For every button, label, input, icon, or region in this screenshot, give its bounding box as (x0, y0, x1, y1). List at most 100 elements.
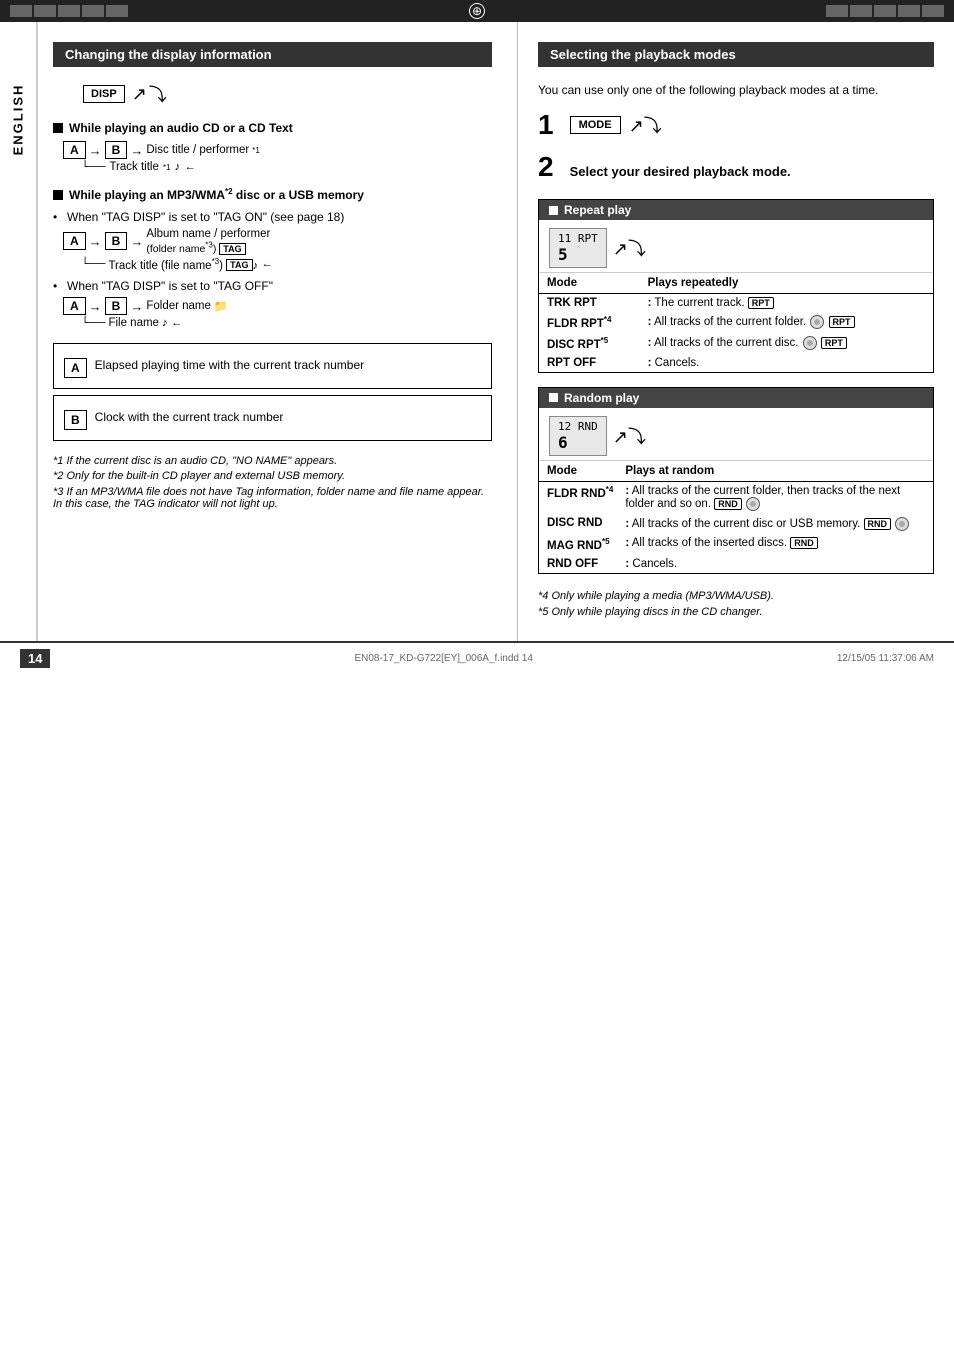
sidebar: ENGLISH (0, 22, 38, 641)
random-row-key: MAG RND*5 (539, 534, 617, 555)
repeat-row-desc: : All tracks of the current folder. RPT (640, 312, 933, 333)
sup-mp3: *2 (225, 187, 233, 196)
repeat-table-row: RPT OFF: Cancels. (539, 354, 933, 372)
track-back-2: └── (81, 258, 105, 270)
bullet-dot-2: • (53, 279, 63, 293)
repeat-diagram-arrow: ↗⤵ (613, 235, 646, 261)
box-a-desc-container: A Elapsed playing time with the current … (53, 343, 492, 389)
footnote-section: *1 If the current disc is an audio CD, "… (53, 455, 492, 510)
intro-text: You can use only one of the following pl… (538, 81, 934, 99)
arrow-5: → (89, 299, 102, 314)
mode-arrow: ↗⤵ (629, 112, 662, 138)
footnote-2: *2 Only for the built-in CD player and e… (53, 470, 492, 482)
arrow-3: → (89, 234, 102, 249)
repeat-row-key: FLDR RPT*4 (539, 312, 640, 333)
random-plays-col: Plays at random (617, 461, 933, 482)
random-display-num: 6 (558, 433, 568, 452)
rnd-badge: RND (714, 498, 742, 510)
random-row-desc: : All tracks of the current folder, then… (617, 481, 933, 514)
box-a-indicator: A (64, 358, 87, 378)
flow-row-2: A → B → Album name / performer (folder n… (63, 228, 492, 255)
disp-arrow: ↗ (132, 84, 147, 105)
box-b-indicator: B (64, 410, 87, 430)
step-2-area: 2 Select your desired playback mode. (538, 153, 934, 189)
sub-section-cd-title: While playing an audio CD or a CD Text (69, 121, 293, 135)
center-crosshair: ⊕ (469, 3, 485, 19)
album-name-text: Album name / performer (folder name*3) T… (146, 228, 270, 255)
tag-icon-1: TAG (219, 243, 245, 255)
disc-icon (810, 315, 824, 329)
page-number: 14 (20, 649, 50, 668)
repeat-title-text: Repeat play (564, 203, 631, 217)
box-b-desc-row: B Clock with the current track number (64, 410, 481, 430)
file-info-left: EN08-17_KD-G722[EY]_006A_f.indd 14 (354, 653, 532, 664)
step-2-label: Select your desired playback mode. (570, 164, 791, 179)
box-a-label: A (63, 141, 86, 159)
footnote-1: *1 If the current disc is an audio CD, "… (53, 455, 492, 467)
black-sq-random (549, 393, 558, 402)
random-title-text: Random play (564, 391, 639, 405)
random-row-key: RND OFF (539, 555, 617, 573)
random-row-key: DISC RND (539, 514, 617, 534)
tag-on-text: When "TAG DISP" is set to "TAG ON" (see … (67, 210, 344, 224)
right-seg-group (826, 5, 944, 17)
black-sq-repeat (549, 206, 558, 215)
step-1-area: 1 MODE ↗⤵ (538, 111, 934, 139)
random-diagram-arrow: ↗⤵ (613, 423, 646, 449)
arrow-1: → (89, 143, 102, 158)
track-title-text: Track title (109, 161, 158, 173)
repeat-play-title: Repeat play (539, 200, 933, 220)
step-1-number: 1 (538, 111, 554, 139)
random-display-line1: 12 RND (558, 420, 598, 433)
page-footer: 14 EN08-17_KD-G722[EY]_006A_f.indd 14 12… (0, 641, 954, 674)
file-name-text: File name (108, 317, 159, 329)
repeat-play-section: Repeat play 11 RPT 5 ↗⤵ Mode Plays repea… (538, 199, 934, 373)
left-section-title: Changing the display information (53, 42, 492, 67)
bullet-dot-1: • (53, 210, 63, 224)
left-seg-group (10, 5, 128, 17)
rpt-badge: RPT (748, 297, 774, 309)
box-b2: B (105, 232, 128, 250)
seg-6 (826, 5, 848, 17)
music-icon: ♪ (174, 161, 180, 173)
repeat-table-row: TRK RPT: The current track. RPT (539, 294, 933, 313)
sub-section-mp3-title: While playing an MP3/WMA*2 disc or a USB… (69, 187, 364, 202)
random-mode-col: Mode (539, 461, 617, 482)
bullet-square-1 (53, 123, 63, 133)
random-play-diagram: 12 RND 6 ↗⤵ (539, 408, 933, 461)
arrow-4: → (130, 234, 143, 249)
box-b-label: B (105, 141, 128, 159)
sup-track: *1 (163, 163, 171, 172)
random-lcd: 12 RND 6 (549, 416, 607, 456)
flow-row-1: A → B → Disc title / performer *1 (63, 141, 492, 159)
seg-9 (898, 5, 920, 17)
left-column: Changing the display information DISP ↗ … (38, 22, 518, 641)
box-a2: A (63, 232, 86, 250)
arrow-2: → (130, 143, 143, 158)
disp-button: DISP (83, 85, 125, 103)
file-name-row: └── File name ♪ ← (81, 317, 492, 329)
left-section-title-text: Changing the display information (65, 47, 272, 62)
file-music-icon: ♪ (162, 317, 168, 329)
disc-icon (895, 517, 909, 531)
arrow-6: → (130, 299, 143, 314)
tag-off-section: • When "TAG DISP" is set to "TAG OFF" A … (53, 279, 492, 329)
random-row-desc: : All tracks of the current disc or USB … (617, 514, 933, 534)
file-back: └── (81, 317, 105, 329)
random-play-title: Random play (539, 388, 933, 408)
right-column: Selecting the playback modes You can use… (518, 22, 954, 641)
file-return: ← (171, 317, 183, 329)
folder-name-text: Folder name (146, 300, 211, 312)
track-title-row: └── Track title *1 ♪ ← (81, 161, 492, 173)
disc-icon (746, 497, 760, 511)
repeat-row-desc: : All tracks of the current disc. RPT (640, 333, 933, 354)
sub-section-mp3: While playing an MP3/WMA*2 disc or a USB… (53, 187, 492, 202)
repeat-mode-col: Mode (539, 273, 640, 294)
footnote-5: *5 Only while playing discs in the CD ch… (538, 604, 934, 621)
sub-section-cd: While playing an audio CD or a CD Text (53, 121, 492, 135)
footnote-3: *3 If an MP3/WMA file does not have Tag … (53, 486, 492, 510)
seg-10 (922, 5, 944, 17)
step-2-number: 2 (538, 153, 554, 181)
rnd-badge: RND (790, 537, 818, 549)
tag-off-bullet: • When "TAG DISP" is set to "TAG OFF" (53, 279, 492, 293)
